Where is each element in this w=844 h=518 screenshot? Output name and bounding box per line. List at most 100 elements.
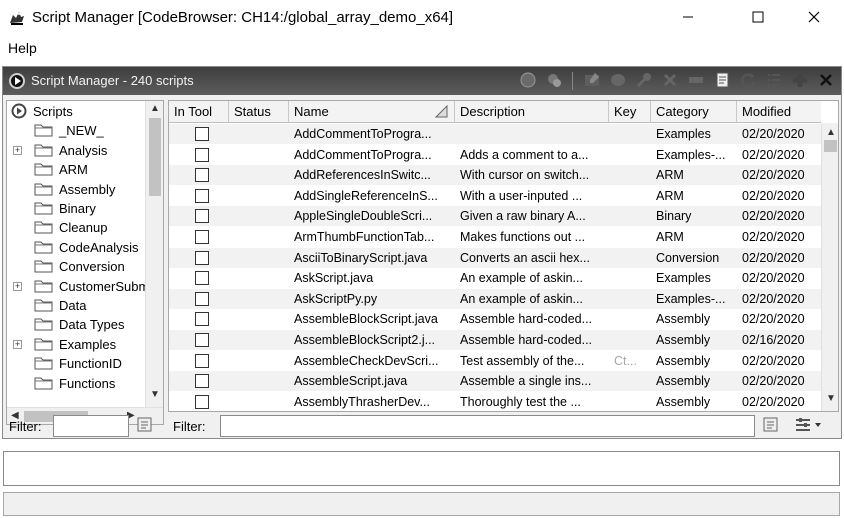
- table-row[interactable]: AskScript.java An example of askin... Exam…: [169, 268, 821, 288]
- in-tool-checkbox[interactable]: [195, 209, 209, 224]
- column-key[interactable]: Key: [609, 101, 651, 123]
- cell-description: An example of askin...: [460, 271, 583, 286]
- table-row[interactable]: AskScriptPy.py An example of askin... Exam…: [169, 288, 821, 309]
- refresh-button[interactable]: [736, 70, 759, 92]
- table-vertical-thumb[interactable]: [824, 140, 837, 152]
- tree-filter-options-button[interactable]: [135, 416, 155, 436]
- in-tool-checkbox[interactable]: [195, 250, 209, 265]
- folder-icon: [34, 356, 53, 370]
- table-header: In Tool Status Name Description Key Cate…: [169, 101, 821, 123]
- script-table: In Tool Status Name Description Key Cate…: [168, 100, 839, 412]
- console-area[interactable]: [3, 451, 840, 486]
- minimize-button[interactable]: [666, 4, 710, 32]
- expand-icon[interactable]: +: [13, 281, 22, 291]
- tree-item[interactable]: + Examples: [7, 335, 147, 354]
- delete-script-button[interactable]: [658, 70, 681, 92]
- tree-root-scripts[interactable]: Scripts: [7, 102, 147, 121]
- run-script-button[interactable]: [516, 70, 539, 92]
- tree-item[interactable]: + CustomerSubm: [7, 277, 147, 296]
- table-row[interactable]: AddCommentToProgra... Adds a comment to a…: [169, 145, 821, 165]
- table-scroll-up-icon[interactable]: ▲: [826, 127, 836, 138]
- cell-modified: 02/20/2020: [742, 209, 805, 224]
- in-tool-checkbox[interactable]: [195, 353, 209, 368]
- in-tool-checkbox[interactable]: [195, 312, 209, 327]
- expand-icon[interactable]: +: [13, 145, 22, 155]
- column-status[interactable]: Status: [229, 101, 289, 123]
- menu-help[interactable]: Help: [8, 40, 37, 56]
- tree-item-label: _NEW_: [59, 123, 104, 139]
- scroll-down-icon[interactable]: ▼: [150, 389, 160, 400]
- tree-item[interactable]: CodeAnalysis: [7, 238, 147, 257]
- table-filter-input[interactable]: [220, 415, 755, 437]
- close-panel-button[interactable]: [814, 70, 837, 92]
- column-in-tool[interactable]: In Tool: [169, 101, 229, 123]
- table-vertical-scrollbar[interactable]: ▲ ▼: [821, 123, 838, 411]
- in-tool-checkbox[interactable]: [195, 147, 209, 162]
- table-row[interactable]: AssembleBlockScript.java Assemble hard-co…: [169, 309, 821, 329]
- key-binding-button[interactable]: [632, 70, 655, 92]
- tree-item[interactable]: Conversion: [7, 257, 147, 276]
- tree-item[interactable]: Functions: [7, 374, 147, 393]
- table-scroll-down-icon[interactable]: ▼: [826, 393, 836, 404]
- tree-item[interactable]: Binary: [7, 199, 147, 218]
- in-tool-checkbox[interactable]: [195, 374, 209, 389]
- edit-script-icon: [583, 71, 601, 92]
- table-row[interactable]: AsciiToBinaryScript.java Converts an asci…: [169, 247, 821, 268]
- eclipse-edit-button[interactable]: [606, 70, 629, 92]
- create-new-button[interactable]: [788, 70, 811, 92]
- scroll-up-icon[interactable]: ▲: [150, 103, 160, 114]
- run-last-script-button[interactable]: [542, 70, 565, 92]
- cell-modified: 02/20/2020: [742, 312, 805, 327]
- cell-description: Adds a comment to a...: [460, 147, 589, 162]
- tree-item[interactable]: Data Types: [7, 315, 147, 334]
- tree-item[interactable]: + Analysis: [7, 141, 147, 160]
- tree-item-label: CodeAnalysis: [59, 239, 139, 255]
- close-window-button[interactable]: [792, 4, 836, 32]
- table-row[interactable]: AssembleScript.java Assemble a single ins…: [169, 371, 821, 392]
- edit-script-button[interactable]: [580, 70, 603, 92]
- in-tool-checkbox[interactable]: [195, 168, 209, 183]
- maximize-icon: [752, 11, 764, 26]
- table-filter-options-button[interactable]: [761, 416, 781, 436]
- column-name[interactable]: Name: [289, 101, 455, 123]
- cell-name: AddCommentToProgra...: [294, 147, 432, 162]
- table-row[interactable]: AppleSingleDoubleScri... Given a raw bina…: [169, 206, 821, 227]
- tree-vertical-thumb[interactable]: [149, 118, 161, 196]
- table-row[interactable]: AssembleCheckDevScri... Test assembly of …: [169, 351, 821, 371]
- column-description[interactable]: Description: [455, 101, 609, 123]
- in-tool-checkbox[interactable]: [195, 333, 209, 347]
- table-row[interactable]: AddCommentToProgra... Examples 02/20/2020: [169, 124, 821, 144]
- cell-key: Ct...: [614, 353, 637, 368]
- table-row[interactable]: AssembleBlockScript2.j... Assemble hard-c…: [169, 330, 821, 350]
- new-script-button[interactable]: [710, 70, 733, 92]
- in-tool-checkbox[interactable]: [195, 127, 209, 141]
- maximize-button[interactable]: [736, 4, 780, 32]
- in-tool-checkbox[interactable]: [195, 271, 209, 286]
- tree-item[interactable]: FunctionID: [7, 354, 147, 373]
- tree-item[interactable]: _NEW_: [7, 121, 147, 140]
- expand-icon[interactable]: +: [13, 339, 22, 349]
- tree-item[interactable]: Assembly: [7, 180, 147, 199]
- table-row[interactable]: AssemblyThrasherDev... Thoroughly test th…: [169, 392, 821, 411]
- in-tool-checkbox[interactable]: [195, 230, 209, 244]
- rename-button[interactable]: [684, 70, 707, 92]
- folder-icon: [34, 220, 53, 234]
- column-category[interactable]: Category: [651, 101, 737, 123]
- tree-item[interactable]: Data: [7, 296, 147, 315]
- tree-filter-input[interactable]: [53, 415, 129, 437]
- in-tool-checkbox[interactable]: [195, 291, 209, 306]
- table-row[interactable]: AddSingleReferenceInS... With a user-inpu…: [169, 186, 821, 206]
- table-row[interactable]: AddReferencesInSwitc... With cursor on sw…: [169, 165, 821, 186]
- script-manager-panel: Script Manager - 240 scripts Scripts _NE…: [2, 66, 842, 439]
- tree-item[interactable]: Cleanup: [7, 218, 147, 237]
- column-modified[interactable]: Modified: [737, 101, 821, 123]
- tree-vertical-scrollbar[interactable]: ▲ ▼: [145, 101, 163, 407]
- script-directories-button[interactable]: [762, 70, 785, 92]
- folder-icon: [34, 317, 53, 331]
- table-row[interactable]: ArmThumbFunctionTab... Makes functions ou…: [169, 227, 821, 247]
- in-tool-checkbox[interactable]: [195, 188, 209, 203]
- column-settings-button[interactable]: [793, 416, 825, 436]
- in-tool-checkbox[interactable]: [195, 394, 209, 409]
- tree-item[interactable]: ARM: [7, 160, 147, 179]
- folder-icon: [34, 201, 53, 215]
